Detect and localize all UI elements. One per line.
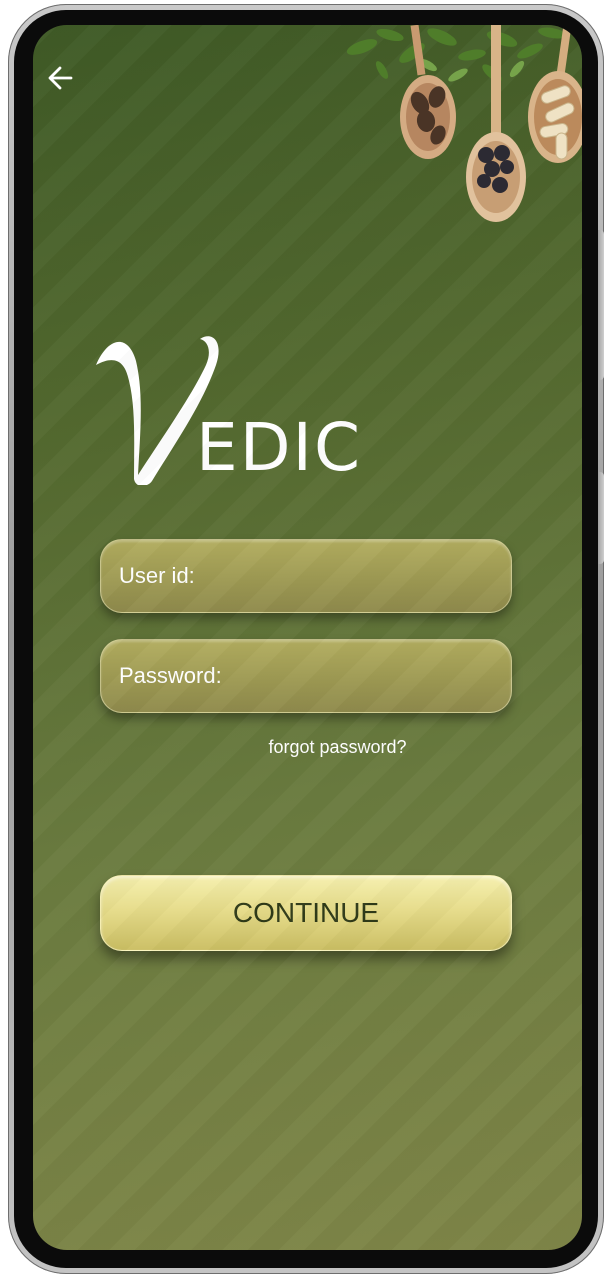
- continue-button[interactable]: CONTINUE: [100, 875, 512, 951]
- password-input[interactable]: [117, 639, 511, 713]
- back-button[interactable]: [45, 63, 75, 93]
- user-id-input[interactable]: [117, 539, 511, 613]
- forgot-password-label[interactable]: forgot password?: [268, 737, 406, 758]
- continue-label: CONTINUE: [232, 897, 380, 928]
- herbal-spoons-image: [346, 25, 582, 222]
- vedic-logo: EDIC: [90, 325, 360, 495]
- user-id-field[interactable]: [100, 539, 512, 613]
- login-screen: EDIC forgot password? CONTINUE: [33, 25, 582, 1250]
- forgot-password-link[interactable]: forgot password?: [33, 737, 582, 758]
- logo-text: EDIC: [196, 409, 363, 486]
- arrow-left-icon: [48, 66, 73, 90]
- password-field[interactable]: [100, 639, 512, 713]
